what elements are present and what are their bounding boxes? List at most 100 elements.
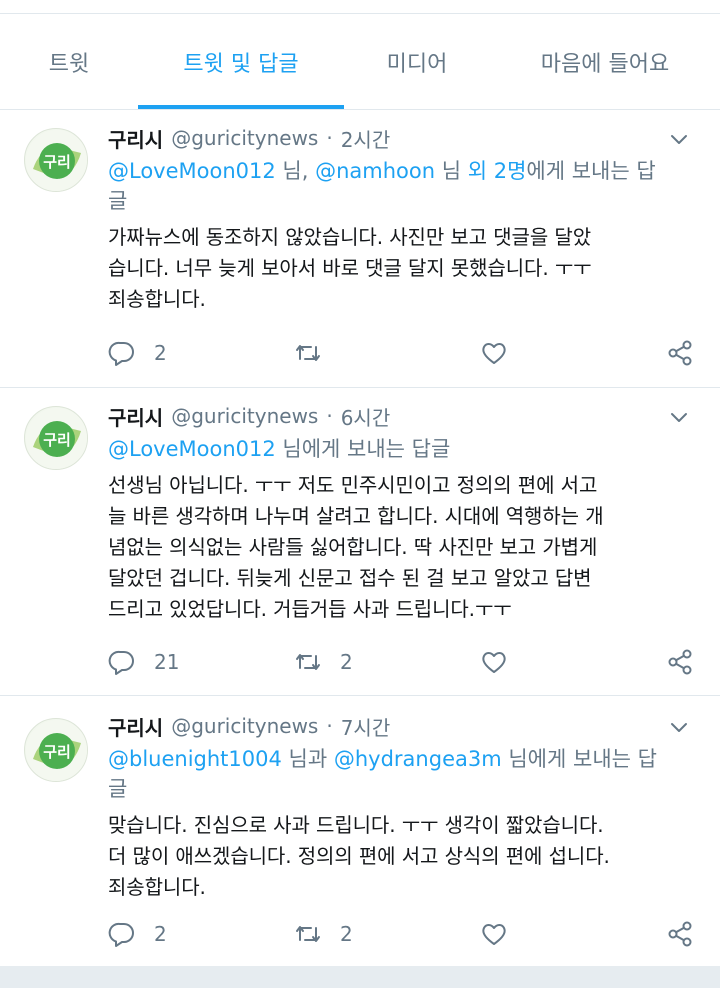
tab-tweets[interactable]: 트윗 <box>0 14 138 109</box>
share-button[interactable] <box>666 339 694 367</box>
like-button[interactable] <box>480 920 526 948</box>
others-link[interactable]: 외 2명 <box>468 159 527 183</box>
top-edge <box>0 0 720 14</box>
svg-text:구리: 구리 <box>43 743 71 761</box>
tweet-text-line: 늘 바른 생각하며 나누며 살려고 합니다. 시대에 역행하는 개 <box>108 504 604 528</box>
tab-label: 트윗 <box>48 51 90 77</box>
separator-dot: · <box>326 126 333 150</box>
heart-icon <box>482 343 506 364</box>
replying-to: @bluenight1004 님과 @hydrangea3m 님에게 보내는 답… <box>108 744 698 804</box>
share-icon <box>668 340 692 366</box>
like-button[interactable] <box>480 648 526 676</box>
tweet[interactable]: 구리 구리시 @guricitynews · 2시간 @LoveMoon012 … <box>0 110 720 388</box>
tab-label: 마음에 들어요 <box>540 51 670 77</box>
tweet-actions: 2 <box>108 336 694 370</box>
retweet-button[interactable] <box>294 339 340 367</box>
replying-text: 님에게 보내는 답 <box>501 747 657 771</box>
replying-text: 님과 <box>281 747 334 771</box>
like-button[interactable] <box>480 339 526 367</box>
replying-text: 글 <box>108 189 128 213</box>
tab-label: 트윗 및 답글 <box>183 51 299 77</box>
replying-text: 에게 보내는 답 <box>526 159 656 183</box>
tweet-body: 구리시 @guricitynews · 2시간 @LoveMoon012 님, … <box>108 120 698 315</box>
tweet-header: 구리시 @guricitynews · 7시간 <box>108 708 698 744</box>
separator-dot: · <box>326 404 333 428</box>
reply-button[interactable]: 2 <box>108 339 167 367</box>
tweet-text-line: 념없는 의식없는 사람들 싫어합니다. 딱 사진만 보고 가볍게 <box>108 535 598 559</box>
replying-to: @LoveMoon012 님, @namhoon 님 외 2명에게 보내는 답 … <box>108 156 698 216</box>
guri-logo-icon: 구리 <box>26 130 87 191</box>
timestamp[interactable]: 7시간 <box>341 712 391 741</box>
retweet-icon <box>296 926 320 942</box>
chevron-down-icon[interactable] <box>668 406 690 428</box>
profile-tabs: 트윗 트윗 및 답글 미디어 마음에 들어요 <box>0 14 720 110</box>
timestamp[interactable]: 2시간 <box>341 124 391 153</box>
retweet-icon <box>296 654 320 670</box>
replying-text: 님, <box>275 159 316 183</box>
share-button[interactable] <box>666 920 694 948</box>
heart-icon <box>482 924 506 945</box>
tweet[interactable]: 구리 구리시 @guricitynews · 6시간 @LoveMoon012 … <box>0 388 720 696</box>
reply-count: 2 <box>154 341 167 365</box>
username[interactable]: @guricitynews <box>171 714 318 738</box>
retweet-icon <box>296 345 320 361</box>
tweet-body: 구리시 @guricitynews · 7시간 @bluenight1004 님… <box>108 708 698 903</box>
mention-link[interactable]: @namhoon <box>315 159 435 183</box>
tab-label: 미디어 <box>386 51 448 77</box>
replying-text: 글 <box>108 777 128 801</box>
username[interactable]: @guricitynews <box>171 126 318 150</box>
tab-media[interactable]: 미디어 <box>344 14 490 109</box>
separator-dot: · <box>326 714 333 738</box>
reply-icon <box>108 922 134 947</box>
reply-icon <box>108 650 134 675</box>
reply-button[interactable]: 2 <box>108 920 167 948</box>
timeline-footer-band <box>0 966 720 988</box>
svg-text:구리: 구리 <box>43 431 71 449</box>
tweet-actions: 21 2 <box>108 645 694 679</box>
avatar[interactable]: 구리 <box>24 406 88 470</box>
share-button[interactable] <box>666 648 694 676</box>
tweet[interactable]: 구리 구리시 @guricitynews · 7시간 @bluenight100… <box>0 696 720 972</box>
tweet-actions: 2 2 <box>108 917 694 951</box>
mention-link[interactable]: @LoveMoon012 <box>108 437 276 461</box>
share-icon <box>668 649 692 675</box>
retweet-count: 2 <box>340 922 353 946</box>
reply-icon <box>108 341 134 366</box>
mention-link[interactable]: @LoveMoon012 <box>108 159 276 183</box>
tweet-text-line: 가짜뉴스에 동조하지 않았습니다. 사진만 보고 댓글을 달았 <box>108 225 592 249</box>
retweet-button[interactable]: 2 <box>294 920 353 948</box>
tweet-text-line: 달았던 겁니다. 뒤늦게 신문고 접수 된 걸 보고 알았고 답변 <box>108 566 592 590</box>
display-name[interactable]: 구리시 <box>108 712 163 741</box>
mention-link[interactable]: @hydrangea3m <box>334 747 502 771</box>
tab-tweets-and-replies[interactable]: 트윗 및 답글 <box>138 14 344 109</box>
reply-count: 21 <box>154 650 180 674</box>
avatar[interactable]: 구리 <box>24 718 88 782</box>
mention-link[interactable]: @bluenight1004 <box>108 747 282 771</box>
chevron-down-icon[interactable] <box>668 716 690 738</box>
retweet-button[interactable]: 2 <box>294 648 353 676</box>
tweet-text-line: 죄송합니다. <box>108 287 206 311</box>
tweet-text: 선생님 아닙니다. ㅜㅜ 저도 민주시민이고 정의의 편에 서고 늘 바른 생각… <box>108 470 698 625</box>
heart-icon <box>482 652 506 673</box>
tweet-text-line: 선생님 아닙니다. ㅜㅜ 저도 민주시민이고 정의의 편에 서고 <box>108 473 598 497</box>
timestamp[interactable]: 6시간 <box>341 402 391 431</box>
reply-button[interactable]: 21 <box>108 648 179 676</box>
chevron-down-icon[interactable] <box>668 128 690 150</box>
share-icon <box>668 921 692 947</box>
avatar[interactable]: 구리 <box>24 128 88 192</box>
tweet-text-line: 죄송합니다. <box>108 875 206 899</box>
guri-logo-icon: 구리 <box>26 720 87 781</box>
tweet-text: 맞습니다. 진심으로 사과 드립니다. ㅜㅜ 생각이 짧았습니다. 더 많이 애… <box>108 810 698 903</box>
tweet-body: 구리시 @guricitynews · 6시간 @LoveMoon012 님에게… <box>108 398 698 625</box>
display-name[interactable]: 구리시 <box>108 402 163 431</box>
replying-text: 님 <box>435 159 468 183</box>
tab-likes[interactable]: 마음에 들어요 <box>490 14 720 109</box>
tweet-text-line: 더 많이 애쓰겠습니다. 정의의 편에 서고 상식의 편에 섭니다. <box>108 844 610 868</box>
tweet-header: 구리시 @guricitynews · 2시간 <box>108 120 698 156</box>
guri-logo-icon: 구리 <box>26 408 87 469</box>
tweet-text-line: 습니다. 너무 늦게 보아서 바로 댓글 달지 못했습니다. ㅜㅜ <box>108 256 592 280</box>
replying-to: @LoveMoon012 님에게 보내는 답글 <box>108 434 698 464</box>
replying-text: 님에게 보내는 답글 <box>275 437 451 461</box>
display-name[interactable]: 구리시 <box>108 124 163 153</box>
username[interactable]: @guricitynews <box>171 404 318 428</box>
